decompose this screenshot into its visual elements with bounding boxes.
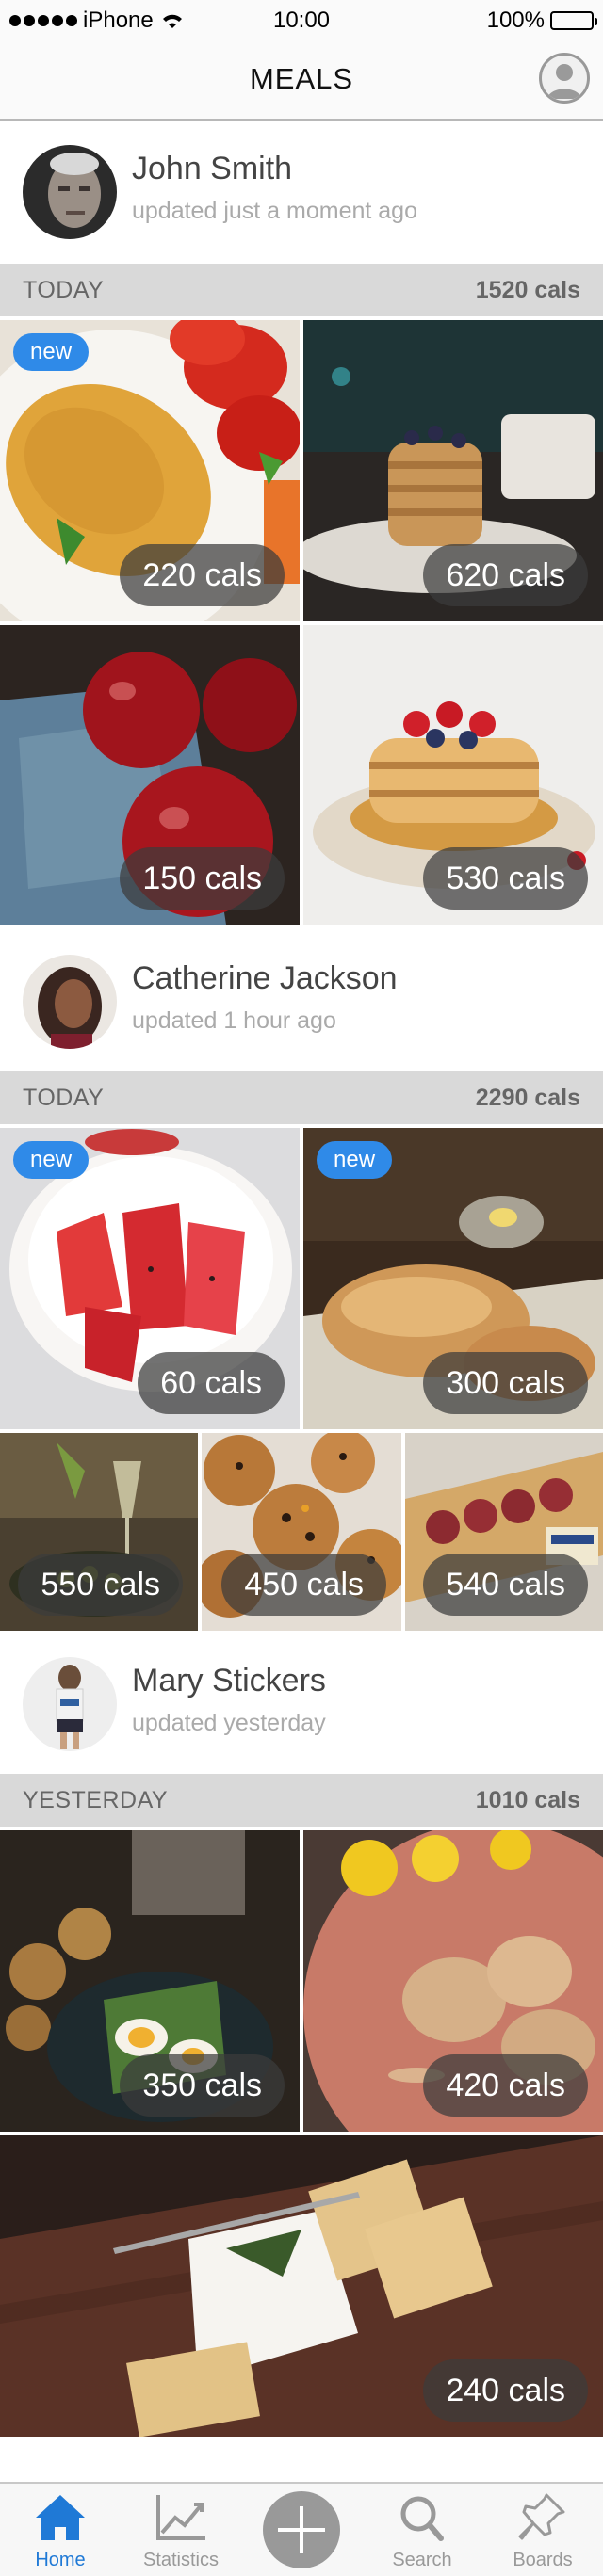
calories-pill: 530 cals (423, 847, 588, 910)
battery-status: 100% (486, 8, 597, 34)
calories-pill: 550 cals (18, 1554, 183, 1616)
meal-tile[interactable]: 240 cals (0, 2135, 603, 2437)
battery-icon (550, 11, 597, 30)
tab-label: Boards (513, 2550, 573, 2570)
tab-statistics[interactable]: Statistics (121, 2484, 241, 2576)
meal-tile[interactable]: new 60 cals (0, 1128, 300, 1429)
meal-tile[interactable]: 450 cals (202, 1433, 401, 1631)
search-icon (400, 2496, 444, 2541)
calories-pill: 150 cals (120, 847, 285, 910)
calories-pill: 300 cals (423, 1352, 588, 1414)
new-badge: new (317, 1141, 393, 1179)
nav-bar: MEALS (0, 38, 603, 121)
battery-percent: 100% (486, 8, 545, 33)
calories-pill: 220 cals (120, 544, 285, 606)
meal-tile[interactable]: 550 cals (0, 1433, 198, 1631)
tab-boards[interactable]: Boards (482, 2484, 603, 2576)
pin-icon (518, 2493, 565, 2540)
tab-label: Statistics (142, 2550, 220, 2570)
section-day: TODAY (23, 277, 105, 303)
person-icon (547, 64, 581, 99)
meal-tile[interactable]: 420 cals (303, 1830, 603, 2132)
meal-tile[interactable]: 540 cals (405, 1433, 603, 1631)
user-name: John Smith (132, 151, 293, 186)
calories-pill: 420 cals (423, 2054, 588, 2117)
user-updated: updated yesterday (132, 1710, 326, 1736)
section-day: YESTERDAY (23, 1787, 169, 1813)
day-section-header: YESTERDAY 1010 cals (0, 1774, 603, 1827)
user-updated: updated just a moment ago (132, 198, 417, 224)
user-header[interactable]: John Smith updated just a moment ago (0, 122, 603, 254)
profile-button[interactable] (539, 53, 590, 104)
new-badge: new (13, 333, 90, 371)
calories-pill: 540 cals (423, 1554, 588, 1616)
meal-tile[interactable]: 530 cals (303, 625, 603, 925)
home-icon (36, 2495, 85, 2540)
avatar (23, 1657, 117, 1751)
user-header[interactable]: Mary Stickers updated yesterday (0, 1634, 603, 1766)
page-title: MEALS (249, 62, 354, 95)
user-header[interactable]: Catherine Jackson updated 1 hour ago (0, 932, 603, 1064)
tab-label: Home (35, 2550, 86, 2570)
status-bar: iPhone 10:00 100% (0, 0, 603, 38)
calories-pill: 450 cals (221, 1554, 386, 1616)
section-total-cals: 1520 cals (475, 277, 580, 303)
calories-pill: 60 cals (138, 1352, 285, 1414)
calories-pill: 350 cals (120, 2054, 285, 2117)
section-day: TODAY (23, 1085, 105, 1111)
user-name: Mary Stickers (132, 1663, 326, 1699)
calories-pill: 620 cals (423, 544, 588, 606)
meal-tile[interactable]: 350 cals (0, 1830, 300, 2132)
avatar (23, 145, 117, 239)
calories-pill: 240 cals (423, 2359, 588, 2422)
avatar (23, 955, 117, 1049)
user-updated: updated 1 hour ago (132, 1007, 336, 1034)
chart-icon (156, 2495, 205, 2540)
new-badge: new (13, 1141, 90, 1179)
add-meal-button[interactable] (263, 2491, 340, 2568)
meal-tile[interactable]: new 220 cals (0, 320, 300, 621)
plus-icon (278, 2506, 325, 2553)
meal-tile[interactable]: new 300 cals (303, 1128, 603, 1429)
section-total-cals: 2290 cals (475, 1085, 580, 1111)
tab-home[interactable]: Home (0, 2484, 121, 2576)
tab-bar: Home Statistics Search Boards (0, 2482, 603, 2576)
tab-label: Search (392, 2550, 452, 2570)
tab-search[interactable]: Search (362, 2484, 482, 2576)
day-section-header: TODAY 1520 cals (0, 264, 603, 316)
user-name: Catherine Jackson (132, 960, 398, 996)
day-section-header: TODAY 2290 cals (0, 1071, 603, 1124)
meal-tile[interactable]: 150 cals (0, 625, 300, 925)
meal-tile[interactable]: 620 cals (303, 320, 603, 621)
section-total-cals: 1010 cals (475, 1787, 580, 1813)
